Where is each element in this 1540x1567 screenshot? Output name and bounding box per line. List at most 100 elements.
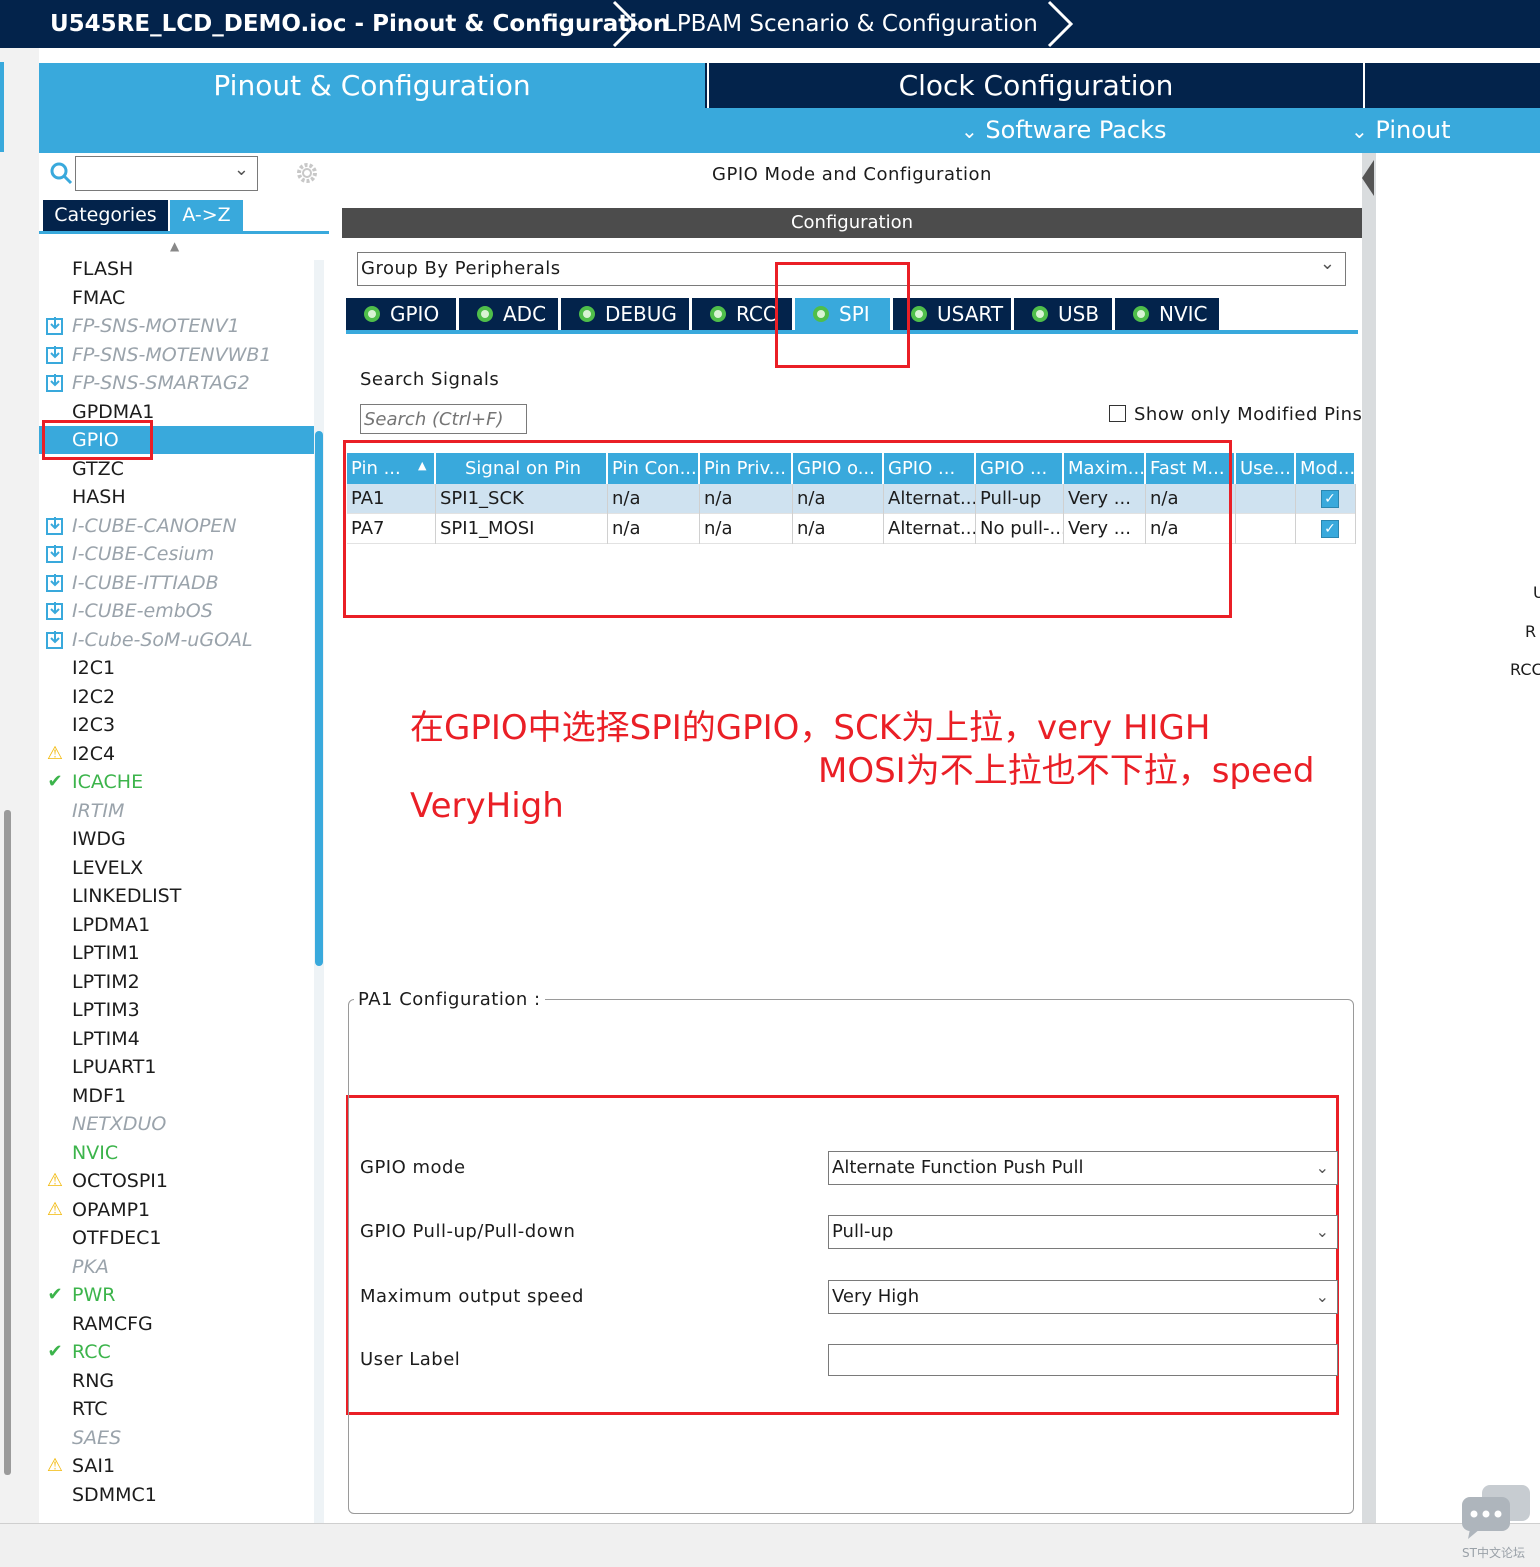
category-item-ramcfg[interactable]: RAMCFG [39,1310,319,1338]
category-item-linkedlist[interactable]: LINKEDLIST [39,882,319,910]
category-item-iwdg[interactable]: IWDG [39,825,319,853]
modified-checkbox[interactable]: ✓ [1321,520,1339,538]
category-item-lpuart1[interactable]: LPUART1 [39,1053,319,1081]
category-item-netxduo[interactable]: NETXDUO [39,1110,319,1138]
breadcrumb: U545RE_LCD_DEMO.ioc - Pinout & Configura… [0,0,1540,48]
category-item-rng[interactable]: RNG [39,1367,319,1395]
category-item-icache[interactable]: ✔ ICACHE [39,768,319,796]
chevron-down-icon: ⌄ [233,159,249,180]
status-ok-icon [911,306,927,322]
pinout-menu[interactable]: ⌄ Pinout [1351,108,1451,153]
tab-a-z[interactable]: A->Z [170,200,243,231]
category-item-pka[interactable]: PKA [39,1253,319,1281]
search-icon[interactable] [49,161,73,185]
tab-underline [39,231,329,234]
category-item-i-cube-canopen[interactable]: I-CUBE-CANOPEN [39,512,319,540]
outer-scrollbar-thumb[interactable] [4,810,11,1475]
category-item-i2c1[interactable]: I2C1 [39,654,319,682]
category-item-opamp1[interactable]: ⚠ OPAMP1 [39,1196,319,1224]
category-item-nvic[interactable]: NVIC [39,1139,319,1167]
category-item-flash[interactable]: FLASH [39,255,319,283]
category-label: IWDG [72,828,126,850]
table-cell: ✓ [1296,484,1356,514]
scrollbar-thumb[interactable] [315,431,323,966]
category-item-fp-sns-smartag2[interactable]: FP-SNS-SMARTAG2 [39,369,319,397]
category-item-mdf1[interactable]: MDF1 [39,1082,319,1110]
category-label: I2C4 [72,742,116,765]
modified-checkbox[interactable]: ✓ [1321,490,1339,508]
category-item-i2c3[interactable]: I2C3 [39,711,319,739]
category-label: LPTIM3 [72,999,140,1021]
gpio-mode-select[interactable]: Alternate Function Push Pull ⌄ [828,1151,1338,1185]
category-label: NETXDUO [72,1113,167,1135]
category-item-lptim4[interactable]: LPTIM4 [39,1025,319,1053]
show-modified-checkbox[interactable] [1109,405,1126,422]
category-item-rcc[interactable]: ✔ RCC [39,1338,319,1366]
tab-label: NVIC [1159,302,1208,326]
max-speed-value: Very High [832,1286,920,1307]
category-item-i2c2[interactable]: I2C2 [39,683,319,711]
category-item-i2c4[interactable]: ⚠ I2C4 [39,740,319,768]
category-item-irtim[interactable]: IRTIM [39,797,319,825]
sort-up-icon[interactable]: ▲ [170,239,179,253]
breadcrumb-project[interactable]: U545RE_LCD_DEMO.ioc - Pinout & Configura… [50,0,669,48]
tab-label: GPIO [390,302,440,326]
category-item-fmac[interactable]: FMAC [39,284,319,312]
category-item-octospi1[interactable]: ⚠ OCTOSPI1 [39,1167,319,1195]
tab-nvic[interactable]: NVIC [1115,298,1219,330]
category-item-rtc[interactable]: RTC [39,1395,319,1423]
category-item-lptim2[interactable]: LPTIM2 [39,968,319,996]
category-item-sdmmc1[interactable]: SDMMC1 [39,1481,319,1509]
max-speed-label: Maximum output speed [360,1286,584,1307]
category-label: OPAMP1 [72,1198,151,1221]
tab-usb[interactable]: USB [1014,298,1112,330]
tab-debug[interactable]: DEBUG [561,298,689,330]
category-item-pwr[interactable]: ✔ PWR [39,1281,319,1309]
splitter[interactable] [1362,153,1376,1523]
tab-gpio[interactable]: GPIO [346,298,456,330]
category-label: MDF1 [72,1084,127,1107]
category-item-i-cube-ittiadb[interactable]: I-CUBE-ITTIADB [39,569,319,597]
user-label-input[interactable] [828,1344,1338,1376]
category-label: FP-SNS-SMARTAG2 [72,372,250,394]
check-icon: ✔ [47,1341,63,1362]
category-search-combo[interactable]: ⌄ [75,156,258,191]
user-label-header[interactable]: Use... [1236,453,1296,484]
status-ok-icon [364,306,380,322]
tab-pinout-configuration[interactable]: Pinout & Configuration [39,63,705,108]
category-item-saes[interactable]: SAES [39,1424,319,1452]
category-label: I-CUBE-ITTIADB [72,571,219,594]
category-item-otfdec1[interactable]: OTFDEC1 [39,1224,319,1252]
tab-clock-configuration[interactable]: Clock Configuration [707,63,1365,108]
sub-menu-bar: ⌄ Software Packs ⌄ Pinout [39,108,1540,153]
category-item-lpdma1[interactable]: LPDMA1 [39,911,319,939]
breadcrumb-scenario[interactable]: LPBAM Scenario & Configuration [664,0,1038,48]
category-item-i-cube-embos[interactable]: I-CUBE-embOS [39,597,319,625]
search-signals-input[interactable] [360,404,527,434]
category-item-hash[interactable]: HASH [39,483,319,511]
collapse-icon[interactable] [1362,160,1374,196]
category-item-sai1[interactable]: ⚠ SAI1 [39,1452,319,1480]
modified-header[interactable]: Mod... [1296,453,1356,484]
category-item-levelx[interactable]: LEVELX [39,854,319,882]
pack-icon [45,516,65,536]
category-label: LPUART1 [72,1056,157,1078]
tab-adc[interactable]: ADC [459,298,558,330]
category-label: RAMCFG [72,1312,153,1335]
category-item-i-cube-cesium[interactable]: I-CUBE-Cesium [39,540,319,568]
status-ok-icon [477,306,493,322]
pull-up-down-select[interactable]: Pull-up ⌄ [828,1215,1338,1249]
annotation-line-3: VeryHigh [410,786,564,826]
category-item-lptim3[interactable]: LPTIM3 [39,996,319,1024]
software-packs-menu[interactable]: ⌄ Software Packs [961,108,1167,153]
tab-usart[interactable]: USART [893,298,1011,330]
category-item-fp-sns-motenv1[interactable]: FP-SNS-MOTENV1 [39,312,319,340]
gear-icon[interactable] [293,159,321,187]
category-item-i-cube-som-ugoal[interactable]: I-Cube-SoM-uGOAL [39,626,319,654]
category-item-lptim1[interactable]: LPTIM1 [39,939,319,967]
tab-categories[interactable]: Categories [43,200,168,231]
table-cell [1236,484,1296,514]
category-item-fp-sns-motenvwb1[interactable]: FP-SNS-MOTENVWB1 [39,341,319,369]
max-speed-select[interactable]: Very High ⌄ [828,1280,1338,1314]
chevron-down-icon: ⌄ [1315,1287,1329,1306]
